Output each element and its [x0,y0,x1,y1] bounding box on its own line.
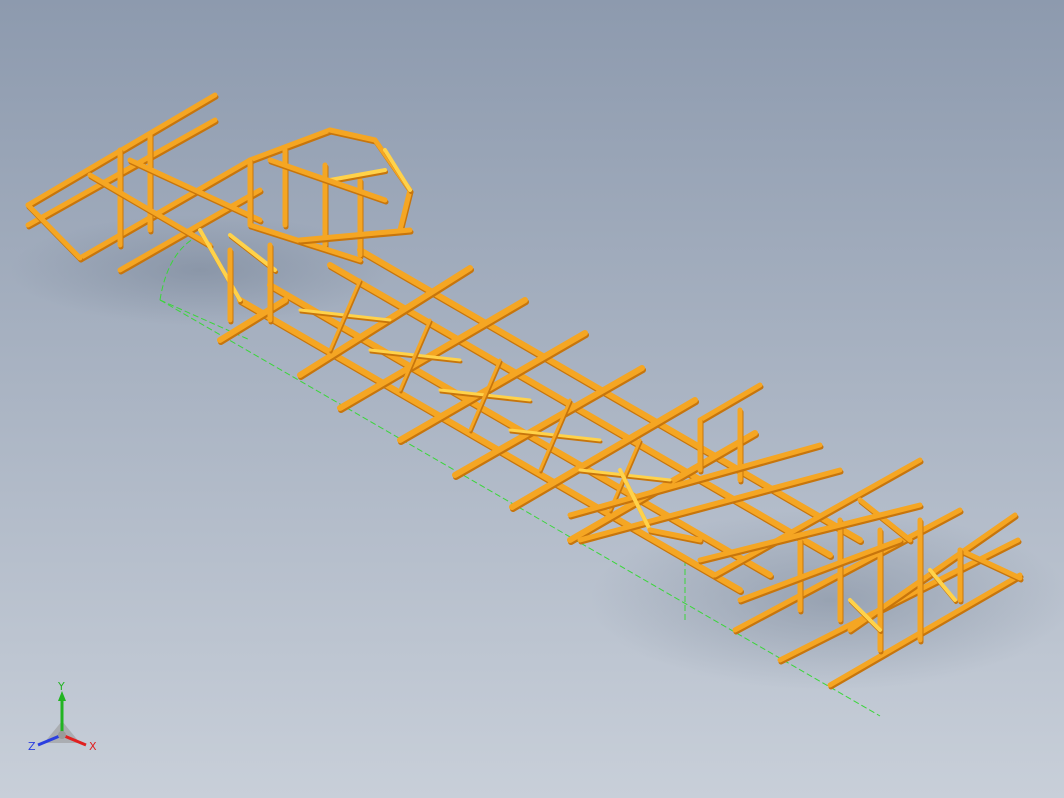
triad-x-label: X [89,740,97,753]
triad-z-label: Z [28,740,36,753]
triad-origin [58,731,66,739]
triad-y-label: Y [57,680,65,693]
3d-viewport[interactable]: Y X Z [0,0,1064,798]
model-canvas[interactable]: Y X Z [0,0,1064,798]
